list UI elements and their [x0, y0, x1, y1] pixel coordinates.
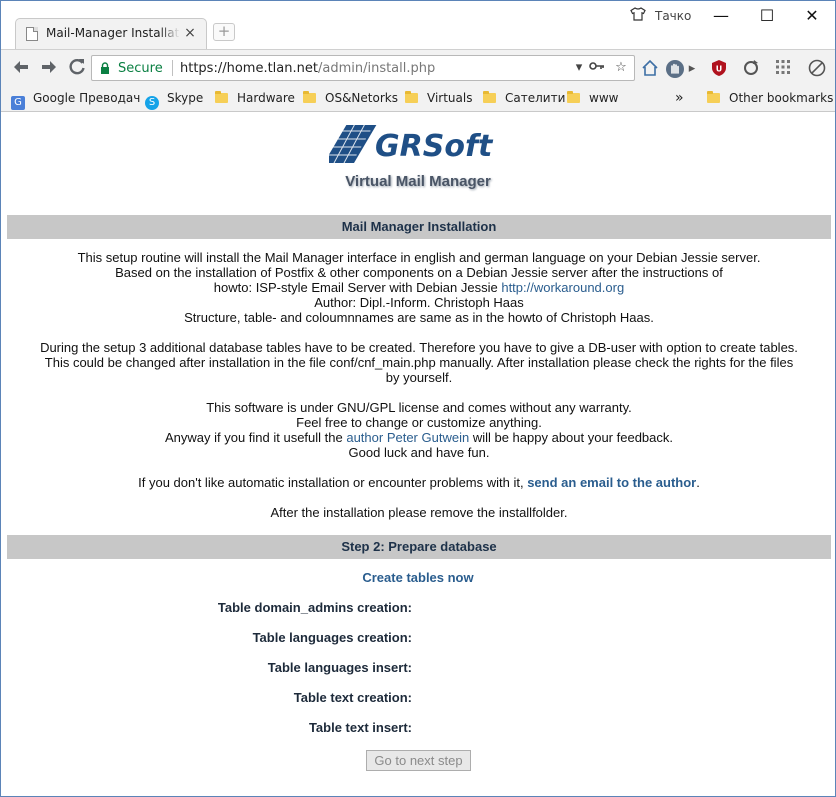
intro-line: Structure, table- and coloumnnames are s… [184, 310, 654, 325]
minimize-button[interactable]: — [699, 1, 743, 31]
bookmark-label: Other bookmarks [729, 91, 834, 105]
setup-text: During the setup 3 additional database t… [9, 340, 829, 385]
reload-icon[interactable] [66, 57, 88, 79]
license-line: Feel free to change or customize anythin… [296, 415, 542, 430]
browser-toolbar: Secure https://home.tlan.net/admin/insta… [1, 49, 835, 86]
url-text[interactable]: https://home.tlan.net/admin/install.php [180, 61, 435, 76]
license-line: Anyway if you find it usefull the author… [9, 430, 829, 445]
back-arrow-icon[interactable] [10, 57, 32, 79]
folder-icon [567, 91, 580, 103]
setup-line: This could be changed after installation… [44, 355, 794, 370]
address-bar[interactable]: Secure https://home.tlan.net/admin/insta… [91, 55, 635, 81]
intro-text: This setup routine will install the Mail… [9, 250, 829, 325]
extension-arrow-icon[interactable]: ▸ [687, 59, 697, 79]
intro-line: Based on the installation of Postfix & o… [115, 265, 723, 280]
folder-icon [215, 91, 228, 103]
hand-extension-icon[interactable] [665, 59, 685, 79]
forward-arrow-icon[interactable] [38, 57, 60, 79]
folder-icon [405, 91, 418, 103]
remove-folder-note: After the installation please remove the… [270, 505, 568, 520]
other-bookmarks-folder[interactable]: Other bookmarks [707, 89, 833, 107]
step-header: Step 2: Prepare database [7, 535, 831, 559]
license-line-text: Anyway if you find it usefull the [164, 430, 347, 445]
status-text-creation: Table text creation: [293, 690, 412, 705]
title-bar: Mail-Manager Installation × + Тачко — ☐ … [1, 1, 835, 49]
ublock-icon[interactable]: U [709, 59, 729, 79]
contact-text: If you don't like automatic installation… [9, 475, 829, 490]
bookmark-folder-satelliti[interactable]: Сателити [483, 89, 565, 107]
intro-line: howto: ISP-style Email Server with Debia… [9, 280, 829, 295]
create-tables-link[interactable]: Create tables now [1, 570, 835, 585]
folder-icon [707, 91, 720, 103]
bookmark-skype[interactable]: S Skype [145, 89, 204, 110]
bookmark-label: Google Преводач [33, 91, 141, 105]
url-host: https://home.tlan.net [180, 61, 318, 76]
bookmark-folder-os-networks[interactable]: OS&Netorks [303, 89, 398, 107]
profile-name[interactable]: Тачко [655, 9, 691, 23]
bookmarks-overflow-button[interactable]: » [675, 89, 684, 107]
maximize-button[interactable]: ☐ [745, 1, 789, 31]
bookmark-label: Hardware [237, 91, 295, 105]
new-tab-button[interactable]: + [213, 23, 235, 41]
status-text-insert: Table text insert: [308, 720, 412, 735]
sync-icon[interactable] [741, 59, 761, 79]
svg-text:U: U [716, 65, 723, 74]
home-icon[interactable] [640, 59, 660, 79]
intro-line: Author: Dipl.-Inform. Christoph Haas [314, 295, 524, 310]
tab-close-icon[interactable]: × [182, 25, 198, 41]
tab-mail-manager[interactable]: Mail-Manager Installation × [15, 18, 207, 49]
skype-icon: S [145, 96, 159, 110]
secure-label[interactable]: Secure [118, 61, 163, 76]
contact-suffix: . [696, 475, 700, 490]
intro-line-text: howto: ISP-style Email Server with Debia… [213, 280, 502, 295]
setup-line: During the setup 3 additional database t… [40, 340, 798, 355]
star-bookmark-icon[interactable]: ☆ [612, 59, 630, 77]
status-languages-creation: Table languages creation: [252, 630, 412, 645]
status-languages-insert: Table languages insert: [267, 660, 412, 675]
bookmark-label: www [589, 91, 619, 105]
status-domain-admins-creation: Table domain_admins creation: [217, 600, 412, 615]
workaround-link[interactable]: http://workaround.org [501, 280, 624, 295]
browser-window: Mail-Manager Installation × + Тачко — ☐ … [0, 0, 836, 797]
next-step-button[interactable]: Go to next step [366, 750, 471, 771]
grsoft-logo: GRSoft [329, 124, 494, 164]
profile-shirt-icon[interactable] [629, 7, 647, 25]
bookmark-label: Virtuals [427, 91, 473, 105]
intro-line: This setup routine will install the Mail… [77, 250, 761, 265]
installation-header: Mail Manager Installation [7, 215, 831, 239]
logo-text: GRSoft [375, 129, 494, 164]
bookmarks-bar: G Google Преводач S Skype Hardware OS&Neto… [1, 85, 835, 112]
bookmark-label: Skype [167, 91, 204, 105]
author-link[interactable]: author Peter Gutwein [346, 430, 469, 445]
contact-prefix: If you don't like automatic installation… [138, 475, 528, 490]
page-content: GRSoft Virtual Mail Manager Mail Manager… [1, 112, 835, 796]
bookmark-label: Сателити [505, 91, 566, 105]
folder-icon [483, 91, 496, 103]
folder-icon [303, 91, 316, 103]
bookmark-folder-www[interactable]: www [567, 89, 618, 107]
lock-icon [101, 62, 109, 74]
setup-line: by yourself. [385, 370, 453, 385]
url-path: /admin/install.php [317, 61, 436, 76]
license-line-text: will be happy about your feedback. [469, 430, 674, 445]
bookmark-folder-virtuals[interactable]: Virtuals [405, 89, 472, 107]
key-icon[interactable] [588, 59, 606, 77]
close-window-button[interactable]: ✕ [790, 1, 834, 31]
google-translate-icon: G [11, 96, 25, 110]
license-text: This software is under GNU/GPL license a… [9, 400, 829, 460]
dropdown-arrow-icon[interactable]: ▾ [570, 59, 588, 77]
tab-title: Mail-Manager Installation [46, 26, 180, 40]
license-line: This software is under GNU/GPL license a… [206, 400, 632, 415]
address-separator [172, 60, 173, 76]
bookmark-google-translate[interactable]: G Google Преводач [11, 89, 141, 110]
bookmark-label: OS&Netorks [325, 91, 398, 105]
page-favicon-icon [26, 27, 38, 41]
license-line: Good luck and have fun. [348, 445, 490, 460]
bookmark-folder-hardware[interactable]: Hardware [215, 89, 295, 107]
app-subtitle: Virtual Mail Manager [345, 173, 491, 190]
send-email-link[interactable]: send an email to the author [527, 475, 696, 490]
apps-grid-icon[interactable] [773, 59, 793, 79]
blocker-extension-icon[interactable] [807, 59, 827, 79]
